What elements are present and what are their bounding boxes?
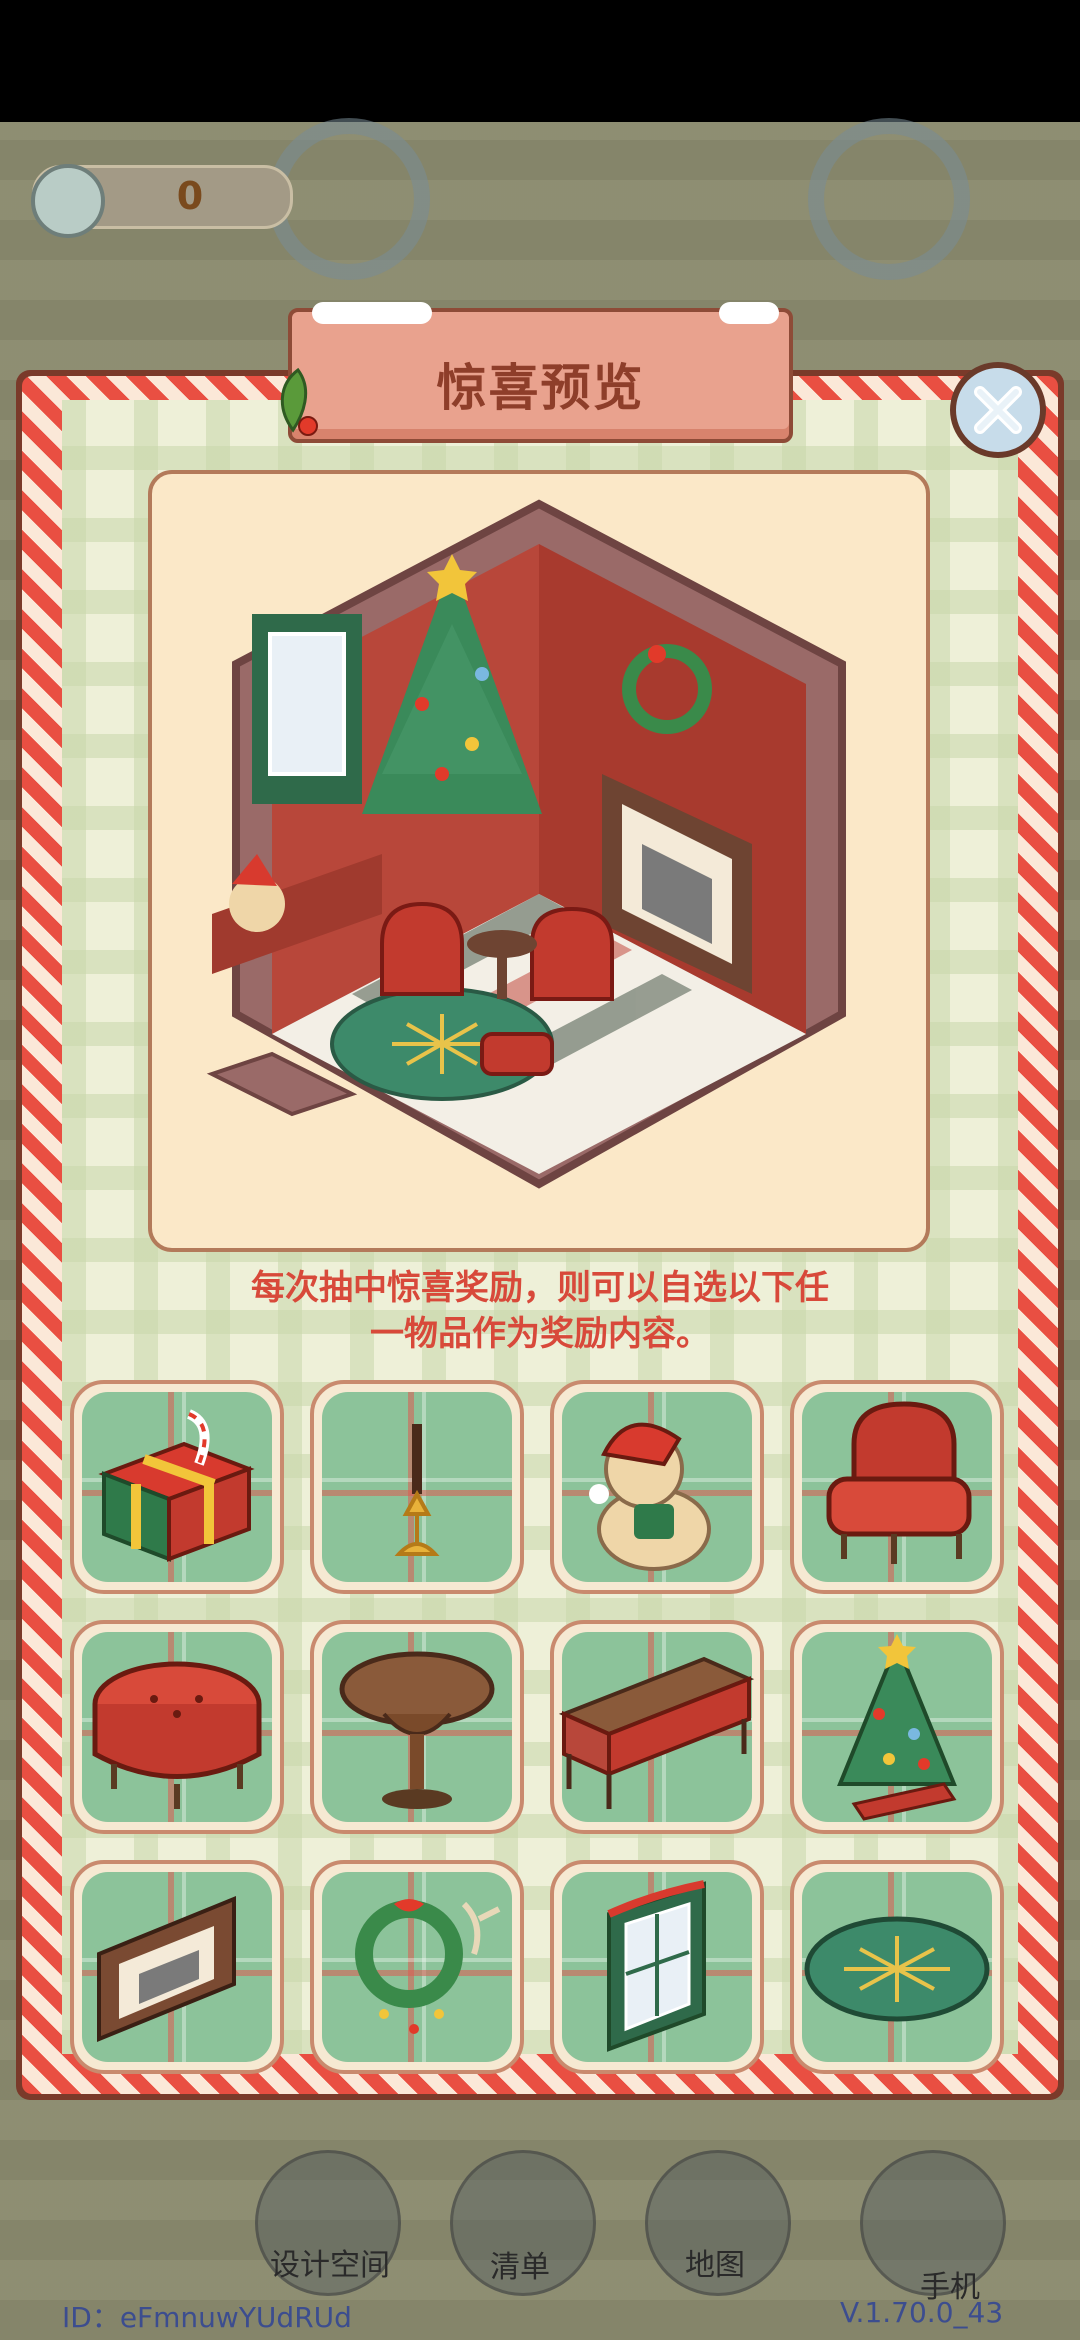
sun-decoration-icon [808,118,970,280]
candlestick-icon [394,1424,440,1556]
status-bar [0,0,1080,122]
description-line-1: 每次抽中惊喜奖励，则可以自选以下任 [251,1268,829,1308]
item-wreath[interactable] [310,1860,524,2074]
item-christmas-tree[interactable] [790,1620,1004,1834]
room-preview [148,470,930,1252]
design-space-label: 设计空间 [270,2248,390,2283]
wreath-icon [355,1899,501,2034]
round-table-icon [339,1651,495,1809]
item-candlestick[interactable] [310,1380,524,1594]
christmas-room-illustration [206,499,846,1189]
item-teddy-bear[interactable] [550,1380,764,1594]
dialog-title: 惊喜预览 [436,359,645,417]
snow-decoration [312,302,432,324]
reward-description: 每次抽中惊喜奖励，则可以自选以下任 一物品作为奖励内容。 [140,1265,940,1357]
close-icon [974,386,1022,434]
list-label: 清单 [490,2250,550,2285]
teddy-bear-icon [589,1422,711,1571]
snail-count: 0 [176,174,204,218]
item-fireplace[interactable] [70,1860,284,2074]
item-round-rug[interactable] [790,1860,1004,2074]
item-desk[interactable] [550,1620,764,1834]
title-banner: 惊喜预览 [288,302,793,443]
fireplace-icon [97,1896,236,2042]
item-armchair[interactable] [790,1380,1004,1594]
round-rug-icon [804,1916,990,2022]
item-window-curtain[interactable] [550,1860,764,2074]
map-label: 地图 [685,2248,745,2283]
armchair-icon [826,1401,972,1564]
close-button[interactable] [950,362,1046,458]
item-gift-box[interactable] [70,1380,284,1594]
ottoman-icon [92,1661,262,1809]
snail-icon [31,164,105,238]
description-line-2: 一物品作为奖励内容。 [370,1314,710,1354]
item-ottoman[interactable] [70,1620,284,1834]
window-curtain-icon [607,1880,706,2052]
snow-decoration [719,302,779,324]
holly-icon [280,367,318,436]
gift-box-icon [98,1409,255,1562]
user-id: ID：eFmnuwYUdRUd [62,2301,352,2334]
app-version: V.1.70.0_43 [840,2296,1004,2329]
desk-icon [558,1656,755,1809]
item-round-table[interactable] [310,1620,524,1834]
christmas-tree-icon [837,1634,957,1821]
snail-counter: 0 [31,164,293,238]
